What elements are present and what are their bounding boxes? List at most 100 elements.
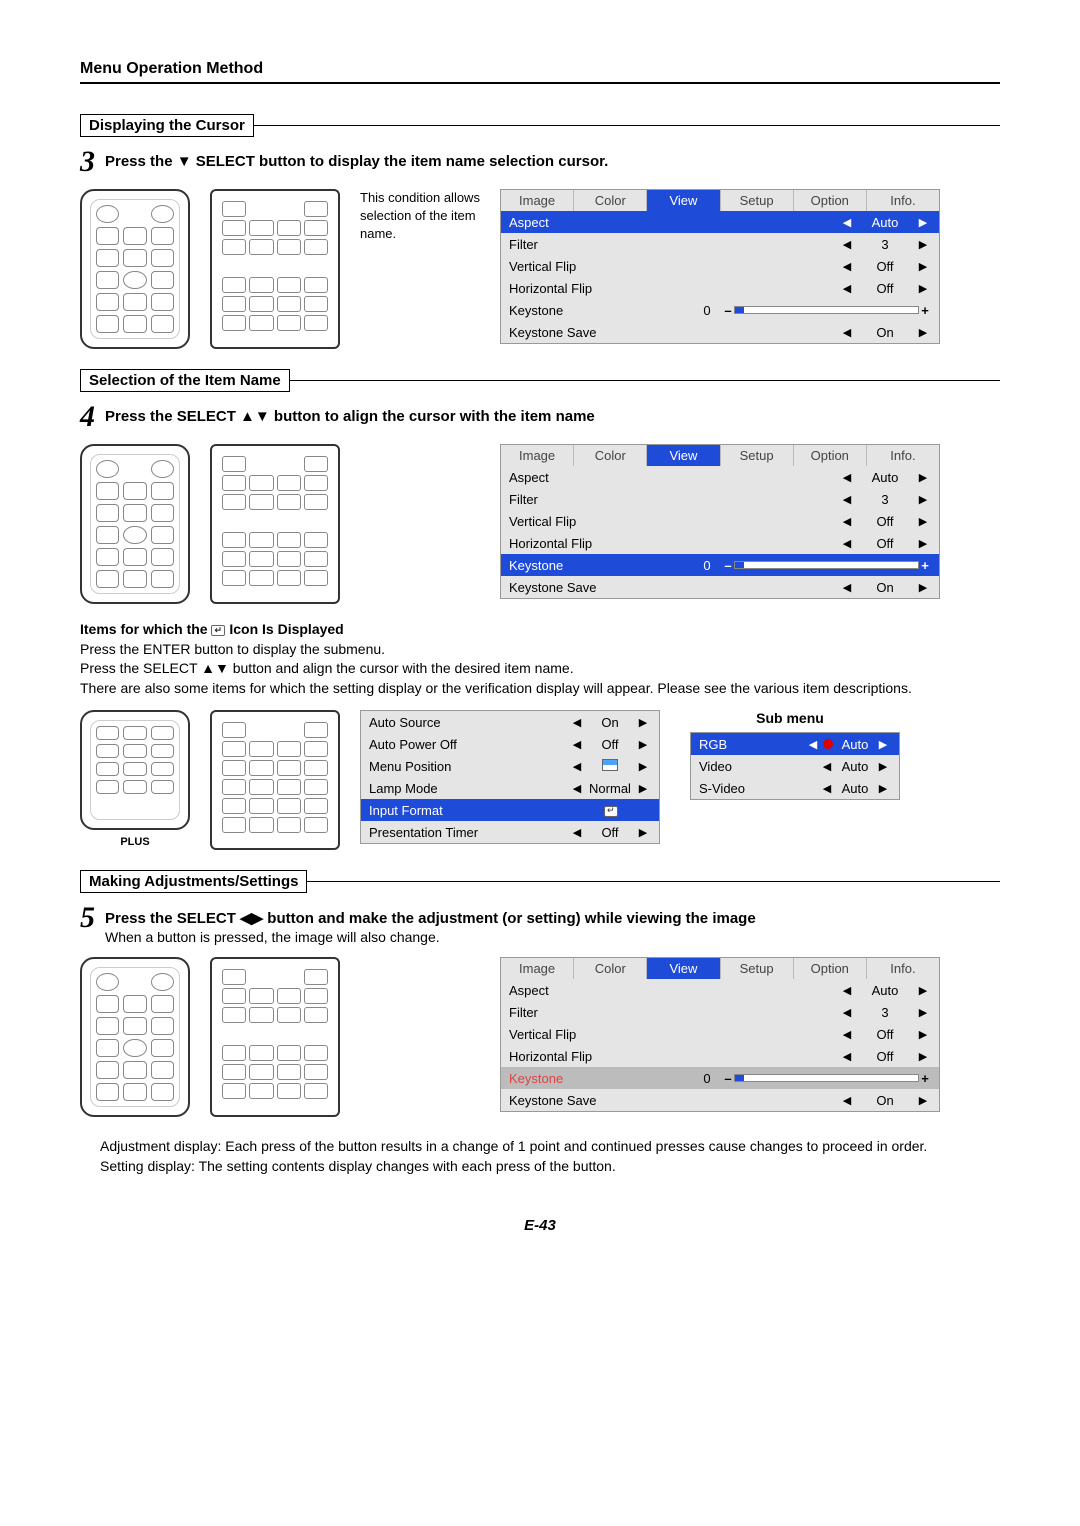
right-arrow-icon: ▶ bbox=[915, 260, 931, 273]
osd-row-menu-position: Menu Position ◀ ▶ bbox=[361, 755, 659, 777]
step-text: Press the SELECT ◀▶ button and make the … bbox=[105, 909, 756, 927]
slider-track bbox=[734, 1074, 919, 1082]
osd-menu-view-adjust: Image Color View Setup Option Info. Aspe… bbox=[500, 957, 940, 1112]
adjustment-note-line2: Setting display: The setting contents di… bbox=[100, 1157, 980, 1177]
section-rule bbox=[289, 380, 1000, 381]
osd-value: Auto bbox=[835, 737, 875, 752]
step-number: 5 bbox=[80, 903, 95, 933]
osd-value: On bbox=[855, 580, 915, 595]
right-arrow-icon: ▶ bbox=[915, 471, 931, 484]
osd-value: 0 bbox=[692, 303, 722, 318]
left-arrow-icon: ◀ bbox=[819, 782, 835, 795]
icon-note: Items for which the Icon Is Displayed Pr… bbox=[80, 620, 1000, 698]
left-arrow-icon: ◀ bbox=[819, 760, 835, 773]
left-arrow-icon: ◀ bbox=[839, 493, 855, 506]
osd-tab-color: Color bbox=[574, 190, 647, 211]
osd-value: 3 bbox=[855, 492, 915, 507]
osd-tab-option: Option bbox=[794, 445, 867, 466]
osd-row-vflip: Vertical Flip ◀ Off ▶ bbox=[501, 510, 939, 532]
osd-value: On bbox=[585, 715, 635, 730]
osd-value: Off bbox=[855, 1049, 915, 1064]
cursor-dot-icon bbox=[823, 739, 833, 749]
osd-value: 0 bbox=[692, 1071, 722, 1086]
osd-row-keystone: Keystone 0 – + bbox=[501, 299, 939, 321]
minus-icon: – bbox=[722, 303, 734, 318]
osd-tab-color: Color bbox=[574, 958, 647, 979]
right-arrow-icon: ▶ bbox=[915, 537, 931, 550]
osd-tab-info: Info. bbox=[867, 958, 939, 979]
osd-label: Vertical Flip bbox=[509, 259, 839, 274]
menu-position-icon bbox=[585, 759, 635, 774]
osd-label: Horizontal Flip bbox=[509, 1049, 839, 1064]
osd-label: Vertical Flip bbox=[509, 1027, 839, 1042]
left-arrow-icon: ◀ bbox=[839, 1006, 855, 1019]
left-arrow-icon: ◀ bbox=[839, 282, 855, 295]
adjustment-note-line1: Adjustment display: Each press of the bu… bbox=[100, 1137, 980, 1157]
adjustment-note: Adjustment display: Each press of the bu… bbox=[80, 1137, 1000, 1176]
osd-row-vflip: Vertical Flip ◀ Off ▶ bbox=[501, 1023, 939, 1045]
right-arrow-icon: ▶ bbox=[915, 1050, 931, 1063]
left-arrow-icon: ◀ bbox=[569, 760, 585, 773]
submenu-row-rgb: RGB ◀ Auto ▶ bbox=[691, 733, 899, 755]
right-arrow-icon: ▶ bbox=[915, 282, 931, 295]
page-header: Menu Operation Method bbox=[80, 60, 1000, 84]
step-5: 5 Press the SELECT ◀▶ button and make th… bbox=[80, 903, 1000, 945]
osd-row-auto-power-off: Auto Power Off ◀ Off ▶ bbox=[361, 733, 659, 755]
osd-row-auto-source: Auto Source ◀ On ▶ bbox=[361, 711, 659, 733]
osd-label: Auto Source bbox=[369, 715, 569, 730]
left-arrow-icon: ◀ bbox=[839, 471, 855, 484]
right-arrow-icon: ▶ bbox=[915, 493, 931, 506]
section-title-box: Making Adjustments/Settings bbox=[80, 870, 307, 893]
osd-tab-image: Image bbox=[501, 958, 574, 979]
osd-value: Off bbox=[585, 825, 635, 840]
osd-label: Aspect bbox=[509, 215, 839, 230]
osd-row-keystone: Keystone 0 – + bbox=[501, 554, 939, 576]
osd-label: Horizontal Flip bbox=[509, 536, 839, 551]
right-arrow-icon: ▶ bbox=[875, 782, 891, 795]
osd-tab-option: Option bbox=[794, 190, 867, 211]
right-arrow-icon: ▶ bbox=[875, 760, 891, 773]
osd-row-keystone: Keystone 0 – + bbox=[501, 1067, 939, 1089]
osd-value: 3 bbox=[855, 1005, 915, 1020]
osd-label: Video bbox=[699, 759, 819, 774]
enter-icon bbox=[604, 806, 618, 817]
icon-note-line1: Press the ENTER button to display the su… bbox=[80, 640, 1000, 660]
left-arrow-icon: ◀ bbox=[839, 1050, 855, 1063]
right-arrow-icon: ▶ bbox=[915, 1028, 931, 1041]
osd-value: 0 bbox=[692, 558, 722, 573]
section-title-making-adjustments: Making Adjustments/Settings bbox=[80, 870, 1000, 893]
remote-diagram-1 bbox=[80, 444, 190, 604]
section-rule bbox=[253, 125, 1000, 126]
osd-value: Off bbox=[855, 514, 915, 529]
osd-label: Filter bbox=[509, 492, 839, 507]
osd-value: Auto bbox=[835, 781, 875, 796]
osd-label: Auto Power Off bbox=[369, 737, 569, 752]
step-text: Press the ▼ SELECT button to display the… bbox=[105, 153, 608, 170]
osd-tab-option: Option bbox=[794, 958, 867, 979]
osd-tab-image: Image bbox=[501, 445, 574, 466]
osd-label: Keystone bbox=[509, 303, 692, 318]
remote-diagram-2 bbox=[210, 189, 340, 349]
remote-diagram-2 bbox=[210, 957, 340, 1117]
remote-diagram-lower bbox=[80, 710, 190, 830]
osd-row-hflip: Horizontal Flip ◀ Off ▶ bbox=[501, 1045, 939, 1067]
osd-row-input-format: Input Format bbox=[361, 799, 659, 821]
osd-label: Filter bbox=[509, 1005, 839, 1020]
osd-label: Vertical Flip bbox=[509, 514, 839, 529]
section-rule bbox=[306, 881, 1000, 882]
plus-icon: + bbox=[919, 558, 931, 573]
right-arrow-icon: ▶ bbox=[915, 238, 931, 251]
right-arrow-icon: ▶ bbox=[635, 782, 651, 795]
osd-label: Aspect bbox=[509, 470, 839, 485]
osd-value: On bbox=[855, 325, 915, 340]
condition-caption: This condition allows selection of the i… bbox=[360, 189, 480, 244]
remote-diagram-2 bbox=[210, 444, 340, 604]
osd-row-aspect: Aspect ◀ Auto ▶ bbox=[501, 466, 939, 488]
step-text: Press the SELECT ▲▼ button to align the … bbox=[105, 408, 595, 425]
osd-label: S-Video bbox=[699, 781, 819, 796]
slider-track bbox=[734, 561, 919, 569]
left-arrow-icon: ◀ bbox=[839, 515, 855, 528]
osd-label: Keystone bbox=[509, 1071, 692, 1086]
osd-tab-setup: Setup bbox=[721, 958, 794, 979]
osd-row-keystone-save: Keystone Save ◀ On ▶ bbox=[501, 321, 939, 343]
